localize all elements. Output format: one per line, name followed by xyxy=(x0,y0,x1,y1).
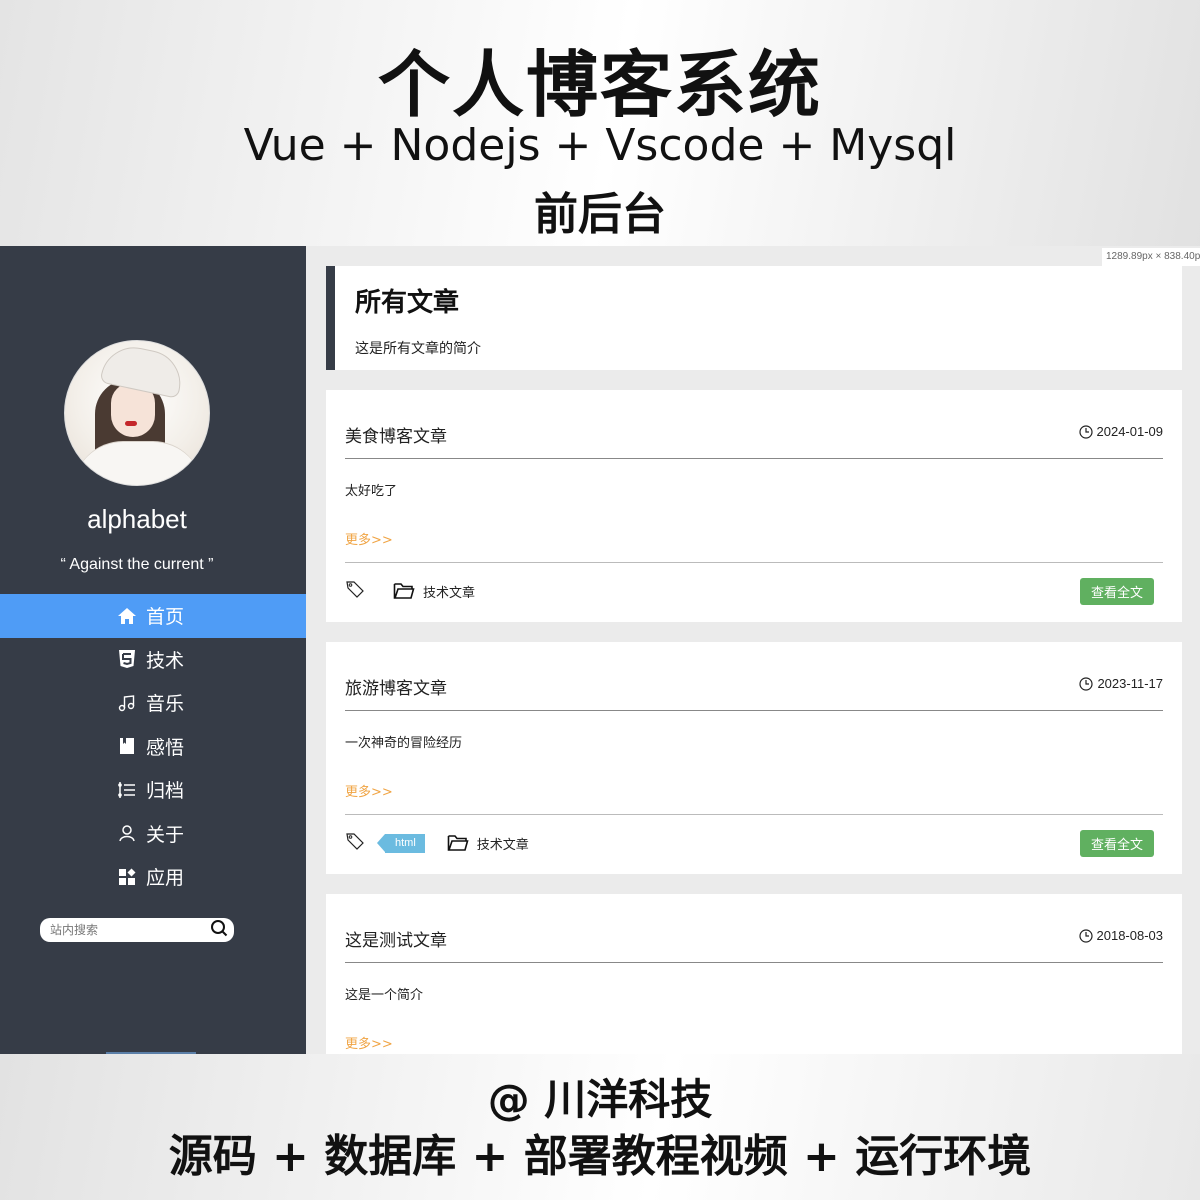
sidebar-item-apps[interactable]: 应用 xyxy=(0,855,306,899)
more-link[interactable]: 更多>> xyxy=(345,1033,393,1052)
username: alphabet xyxy=(87,504,187,534)
tag-icon xyxy=(345,580,365,602)
post-title[interactable]: 旅游博客文章 xyxy=(345,674,447,699)
tag-icon xyxy=(345,832,365,854)
page-description: 这是所有文章的简介 xyxy=(355,341,481,357)
sidebar-nav: 首页 技术 音乐 感悟 归档 关于 应用 xyxy=(0,594,306,899)
read-full-button[interactable]: 查看全文 xyxy=(1080,830,1154,857)
apps-icon xyxy=(116,866,138,888)
promo-banner-bottom: @ 川洋科技 源码 + 数据库 + 部署教程视频 + 运行环境 xyxy=(0,1054,1200,1200)
promo-includes: 源码 + 数据库 + 部署教程视频 + 运行环境 xyxy=(168,1131,1032,1182)
post-meta: html 技术文章 xyxy=(345,832,529,854)
sidebar-item-label: 归档 xyxy=(146,780,185,803)
divider xyxy=(345,710,1163,711)
sidebar-item-label: 感悟 xyxy=(146,736,185,759)
sidebar-item-archive[interactable]: 归档 xyxy=(0,768,306,812)
divider xyxy=(345,458,1163,459)
post-summary: 一次神奇的冒险经历 xyxy=(345,736,463,751)
divider xyxy=(345,962,1163,963)
sidebar-item-label: 首页 xyxy=(146,606,185,629)
post-date: 2024-01-09 xyxy=(1078,424,1163,439)
sidebar-item-about[interactable]: 关于 xyxy=(0,812,306,856)
post-summary: 这是一个简介 xyxy=(345,988,424,1003)
post-title[interactable]: 这是测试文章 xyxy=(345,926,447,951)
post-date: 2023-11-17 xyxy=(1079,676,1163,691)
post-meta: 技术文章 xyxy=(345,580,475,602)
motto: “ Against the current ” xyxy=(60,556,214,573)
post-tag[interactable]: html xyxy=(377,833,425,853)
page-title: 所有文章 xyxy=(355,288,460,318)
html5-icon xyxy=(116,648,138,670)
sidebar-item-label: 应用 xyxy=(146,867,185,890)
folder-icon xyxy=(393,582,415,600)
more-link[interactable]: 更多>> xyxy=(345,781,393,800)
sidebar-item-label: 关于 xyxy=(146,823,185,846)
user-icon xyxy=(116,822,138,844)
promo-title: 个人博客系统 xyxy=(377,43,822,127)
devtools-size-label: 1289.89px × 838.40px xyxy=(1102,248,1200,266)
post-category[interactable]: 技术文章 xyxy=(477,834,529,853)
clock-icon xyxy=(1079,676,1094,691)
search-icon[interactable] xyxy=(210,919,228,941)
sidebar: alphabet “ Against the current ” 首页 技术 音… xyxy=(0,246,306,1054)
post-card: 美食博客文章 2024-01-09 太好吃了 更多>> 技术文章 查看全文 xyxy=(326,390,1182,622)
page-header: 所有文章 这是所有文章的简介 xyxy=(326,266,1182,370)
home-icon xyxy=(116,605,138,627)
blog-app: alphabet “ Against the current ” 首页 技术 音… xyxy=(0,246,1200,1054)
sidebar-item-music[interactable]: 音乐 xyxy=(0,681,306,725)
promo-banner-top: 个人博客系统 Vue + Nodejs + Vscode + Mysql 前后台 xyxy=(0,0,1200,246)
divider xyxy=(345,814,1163,815)
read-full-button[interactable]: 查看全文 xyxy=(1080,578,1154,605)
folder-icon xyxy=(447,834,469,852)
divider xyxy=(345,562,1163,563)
post-date: 2018-08-03 xyxy=(1078,928,1163,943)
book-icon xyxy=(116,735,138,757)
post-card: 这是测试文章 2018-08-03 这是一个简介 更多>> xyxy=(326,894,1182,1054)
sidebar-item-tech[interactable]: 技术 xyxy=(0,638,306,682)
music-icon xyxy=(116,692,138,714)
sidebar-item-home[interactable]: 首页 xyxy=(0,594,306,638)
post-summary: 太好吃了 xyxy=(345,484,398,499)
site-search xyxy=(40,918,234,942)
promo-stack: Vue + Nodejs + Vscode + Mysql xyxy=(243,120,957,171)
post-category[interactable]: 技术文章 xyxy=(423,582,475,601)
post-card: 旅游博客文章 2023-11-17 一次神奇的冒险经历 更多>> html 技术… xyxy=(326,642,1182,874)
clock-icon xyxy=(1078,424,1093,439)
search-input[interactable] xyxy=(50,923,210,937)
promo-subtitle: 前后台 xyxy=(534,189,666,240)
sidebar-item-thoughts[interactable]: 感悟 xyxy=(0,725,306,769)
more-link[interactable]: 更多>> xyxy=(345,529,393,548)
archive-list-icon xyxy=(116,779,138,801)
clock-icon xyxy=(1078,928,1093,943)
promo-author: @ 川洋科技 xyxy=(487,1075,713,1124)
avatar xyxy=(64,340,210,486)
main-content: 所有文章 这是所有文章的简介 美食博客文章 2024-01-09 太好吃了 更多… xyxy=(326,266,1182,1054)
sidebar-item-label: 音乐 xyxy=(146,693,185,716)
post-title[interactable]: 美食博客文章 xyxy=(345,422,447,447)
sidebar-item-label: 技术 xyxy=(146,649,185,672)
